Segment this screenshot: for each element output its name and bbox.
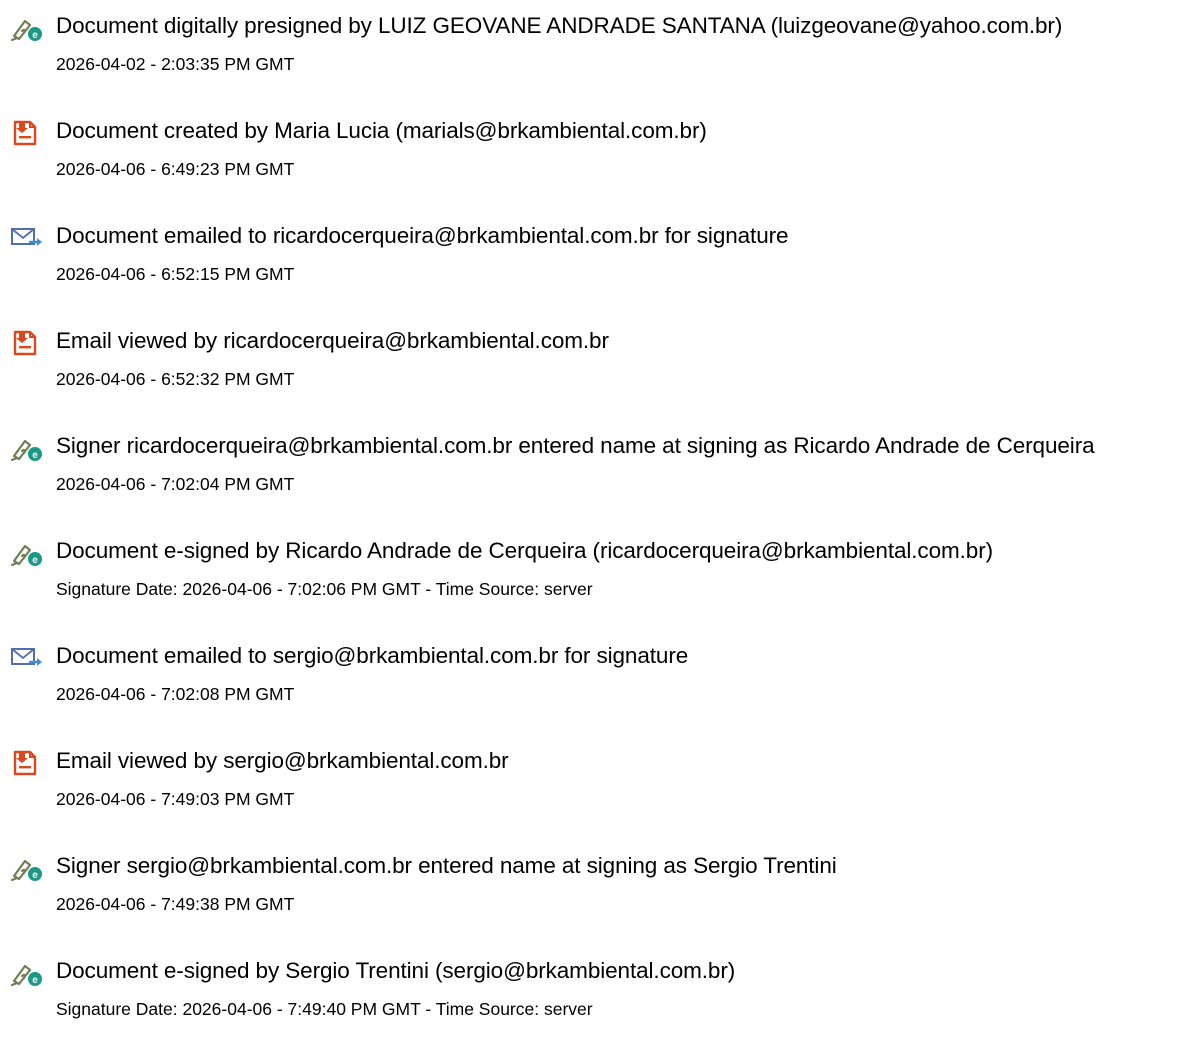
event-timestamp: 2026-04-06 - 7:02:08 PM GMT	[56, 684, 295, 704]
pen-e-sign-icon	[10, 434, 44, 462]
audit-event: Document emailed to ricardocerqueira@brk…	[0, 210, 1196, 315]
event-title: Email viewed by sergio@brkambiental.com.…	[56, 748, 509, 773]
event-title: Document created by Maria Lucia (marials…	[56, 118, 707, 143]
audit-event: Document created by Maria Lucia (marials…	[0, 105, 1196, 210]
audit-event: Document e-signed by Ricardo Andrade de …	[0, 525, 1196, 630]
event-title: Document emailed to sergio@brkambiental.…	[56, 643, 689, 668]
audit-event-list: Document digitally presigned by LUIZ GEO…	[0, 0, 1196, 1019]
event-title: Document digitally presigned by LUIZ GEO…	[56, 13, 1063, 38]
pen-e-sign-icon	[10, 14, 44, 42]
audit-event: Document e-signed by Sergio Trentini (se…	[0, 945, 1196, 1050]
pen-e-sign-icon	[10, 539, 44, 567]
event-timestamp: 2026-04-06 - 7:02:04 PM GMT	[56, 474, 295, 494]
event-timestamp: 2026-04-06 - 6:49:23 PM GMT	[56, 159, 295, 179]
event-title: Signer sergio@brkambiental.com.br entere…	[56, 853, 837, 878]
audit-event: Signer sergio@brkambiental.com.br entere…	[0, 840, 1196, 945]
event-title: Signer ricardocerqueira@brkambiental.com…	[56, 433, 1095, 458]
event-timestamp: 2026-04-02 - 2:03:35 PM GMT	[56, 54, 295, 74]
audit-event: Email viewed by ricardocerqueira@brkambi…	[0, 315, 1196, 420]
event-title: Document e-signed by Sergio Trentini (se…	[56, 958, 736, 983]
event-timestamp: 2026-04-06 - 7:49:38 PM GMT	[56, 894, 295, 914]
pen-e-sign-icon	[10, 959, 44, 987]
document-icon	[10, 119, 44, 147]
event-timestamp: 2026-04-06 - 6:52:15 PM GMT	[56, 264, 295, 284]
pen-e-sign-icon	[10, 854, 44, 882]
email-sent-icon	[10, 224, 44, 252]
event-timestamp: 2026-04-06 - 7:49:03 PM GMT	[56, 789, 295, 809]
audit-event: Document emailed to sergio@brkambiental.…	[0, 630, 1196, 735]
document-icon	[10, 749, 44, 777]
audit-event: Signer ricardocerqueira@brkambiental.com…	[0, 420, 1196, 525]
event-title: Document e-signed by Ricardo Andrade de …	[56, 538, 993, 563]
event-title: Email viewed by ricardocerqueira@brkambi…	[56, 328, 609, 353]
audit-event: Email viewed by sergio@brkambiental.com.…	[0, 735, 1196, 840]
document-icon	[10, 329, 44, 357]
event-title: Document emailed to ricardocerqueira@brk…	[56, 223, 789, 248]
email-sent-icon	[10, 644, 44, 672]
audit-event: Document digitally presigned by LUIZ GEO…	[0, 0, 1196, 105]
event-timestamp: 2026-04-06 - 6:52:32 PM GMT	[56, 369, 295, 389]
event-timestamp: Signature Date: 2026-04-06 - 7:02:06 PM …	[56, 579, 593, 599]
